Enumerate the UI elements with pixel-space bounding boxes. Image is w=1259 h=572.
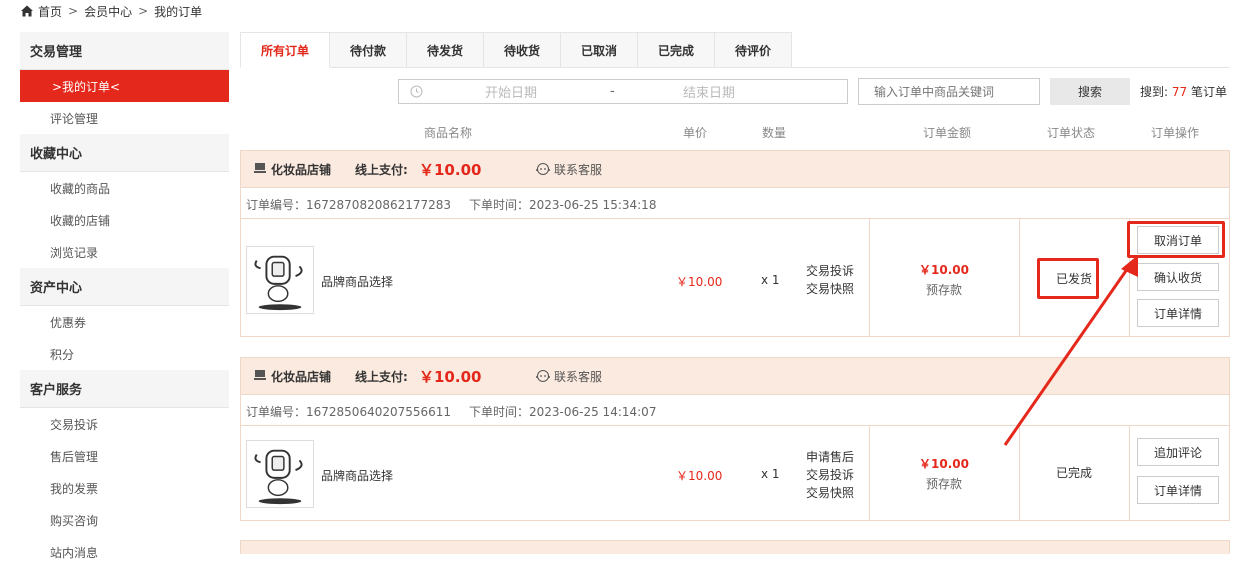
order-time: 下单时间：2023-06-25 14:14:07 [469, 405, 657, 419]
unit-price: ￥10.00 [676, 469, 723, 483]
sidebar-section-title: 交易管理 [20, 32, 229, 70]
service-links: 交易投诉 交易快照 [806, 262, 854, 298]
home-icon [21, 5, 33, 17]
sidebar-item-consult[interactable]: 购买咨询 [20, 504, 229, 536]
order-number: 订单编号：1672870820862177283 [246, 198, 452, 212]
payment-amount: ￥10.00 [419, 367, 482, 386]
order-amount: ￥10.00 [919, 457, 969, 471]
order-time: 下单时间：2023-06-25 15:34:18 [469, 198, 657, 212]
sidebar-item-fav-shops[interactable]: 收藏的店铺 [20, 204, 229, 236]
quantity: x 1 [761, 467, 780, 481]
shop-name[interactable]: 化妆品店铺 [271, 161, 331, 178]
breadcrumb-sep: > [68, 4, 79, 18]
snapshot-link[interactable]: 交易快照 [806, 484, 854, 502]
sidebar-item-coupons[interactable]: 优惠券 [20, 306, 229, 338]
breadcrumb-sep: > [138, 4, 149, 18]
payment-label: 线上支付: [355, 162, 408, 177]
sidebar-item-points[interactable]: 积分 [20, 338, 229, 370]
header-unit-price: 单价 [683, 126, 708, 140]
customer-service-icon[interactable] [536, 369, 550, 383]
header-quantity: 数量 [762, 126, 787, 140]
end-date-field[interactable]: 结束日期 [683, 82, 735, 101]
sidebar-item-complaints[interactable]: 交易投诉 [20, 408, 229, 440]
tab-pending-review[interactable]: 待评价 [715, 32, 792, 68]
order-number: 订单编号：1672850640207556611 [246, 405, 452, 419]
complaint-link[interactable]: 交易投诉 [806, 262, 854, 280]
sidebar-section-title: 资产中心 [20, 268, 229, 306]
order-header-partial [240, 540, 1230, 554]
search-button[interactable]: 搜索 [1050, 78, 1130, 105]
start-date-field[interactable]: 开始日期 [485, 82, 537, 101]
keyword-search-input[interactable] [858, 78, 1040, 105]
tab-cancelled[interactable]: 已取消 [561, 32, 638, 68]
result-prefix: 搜到: [1140, 85, 1169, 99]
order-amount-cell: ￥10.00 预存款 [869, 455, 1019, 492]
snapshot-link[interactable]: 交易快照 [806, 280, 854, 298]
sidebar-section-title: 收藏中心 [20, 134, 229, 172]
payment-method: 预存款 [925, 477, 962, 491]
complaint-link[interactable]: 交易投诉 [806, 466, 854, 484]
date-range-picker[interactable]: 开始日期 - 结束日期 [398, 79, 848, 104]
product-thumbnail[interactable] [246, 440, 314, 508]
order-tabs: 所有订单 待付款 待发货 待收货 已取消 已完成 待评价 [240, 32, 1230, 68]
quantity: x 1 [761, 273, 780, 287]
annotation-arrow-icon [1003, 255, 1138, 446]
contact-service-link[interactable]: 联系客服 [554, 368, 602, 385]
sidebar-item-history[interactable]: 浏览记录 [20, 236, 229, 268]
payment-amount: ￥10.00 [419, 160, 482, 179]
breadcrumb-member[interactable]: 会员中心 [84, 3, 132, 20]
sidebar-section-title: 客户服务 [20, 370, 229, 408]
header-product-name: 商品名称 [424, 126, 473, 140]
sidebar: 交易管理 >我的订单< 评论管理 收藏中心 收藏的商品 收藏的店铺 浏览记录 资… [20, 32, 229, 572]
header-order-actions: 订单操作 [1151, 126, 1200, 140]
header-order-amount: 订单金额 [923, 126, 972, 140]
search-result-count: 搜到: 77 笔订单 [1140, 83, 1227, 100]
sidebar-item-invoices[interactable]: 我的发票 [20, 472, 229, 504]
date-separator: - [610, 84, 615, 99]
sidebar-item-messages[interactable]: 站内消息 [20, 536, 229, 568]
breadcrumb-current: 我的订单 [154, 4, 203, 19]
contact-service-link[interactable]: 联系客服 [554, 161, 602, 178]
product-name[interactable]: 品牌商品选择 [321, 273, 393, 290]
tab-pending-receipt[interactable]: 待收货 [484, 32, 561, 68]
shop-name[interactable]: 化妆品店铺 [271, 368, 331, 385]
order-status: 已完成 [1055, 466, 1092, 480]
shop-icon [254, 163, 266, 173]
result-count: 77 [1171, 85, 1188, 99]
breadcrumb: 首页 > 会员中心 > 我的订单 [20, 2, 202, 20]
breadcrumb-home[interactable]: 首页 [38, 3, 62, 20]
aftersale-link[interactable]: 申请售后 [806, 448, 854, 466]
sidebar-item-fav-goods[interactable]: 收藏的商品 [20, 172, 229, 204]
tab-all-orders[interactable]: 所有订单 [240, 32, 330, 68]
clock-icon [410, 85, 423, 98]
service-links: 申请售后 交易投诉 交易快照 [806, 448, 854, 502]
payment-label: 线上支付: [355, 369, 408, 384]
product-name[interactable]: 品牌商品选择 [321, 467, 393, 484]
sidebar-item-my-orders[interactable]: >我的订单< [20, 70, 229, 102]
order-meta: 订单编号：1672870820862177283 下单时间：2023-06-25… [241, 188, 1229, 219]
unit-price: ￥10.00 [676, 275, 723, 289]
customer-service-icon[interactable] [536, 162, 550, 176]
header-order-status: 订单状态 [1047, 126, 1096, 140]
tab-pending-payment[interactable]: 待付款 [330, 32, 407, 68]
sidebar-item-reviews[interactable]: 评论管理 [20, 102, 229, 134]
product-thumbnail[interactable] [246, 246, 314, 314]
order-details-button[interactable]: 订单详情 [1137, 476, 1219, 504]
tab-completed[interactable]: 已完成 [638, 32, 715, 68]
shop-icon [254, 370, 266, 380]
result-suffix: 笔订单 [1190, 85, 1227, 99]
sidebar-item-aftersale[interactable]: 售后管理 [20, 440, 229, 472]
tab-pending-shipment[interactable]: 待发货 [407, 32, 484, 68]
order-header: 化妆品店铺 线上支付: ￥10.00 联系客服 [241, 151, 1229, 188]
